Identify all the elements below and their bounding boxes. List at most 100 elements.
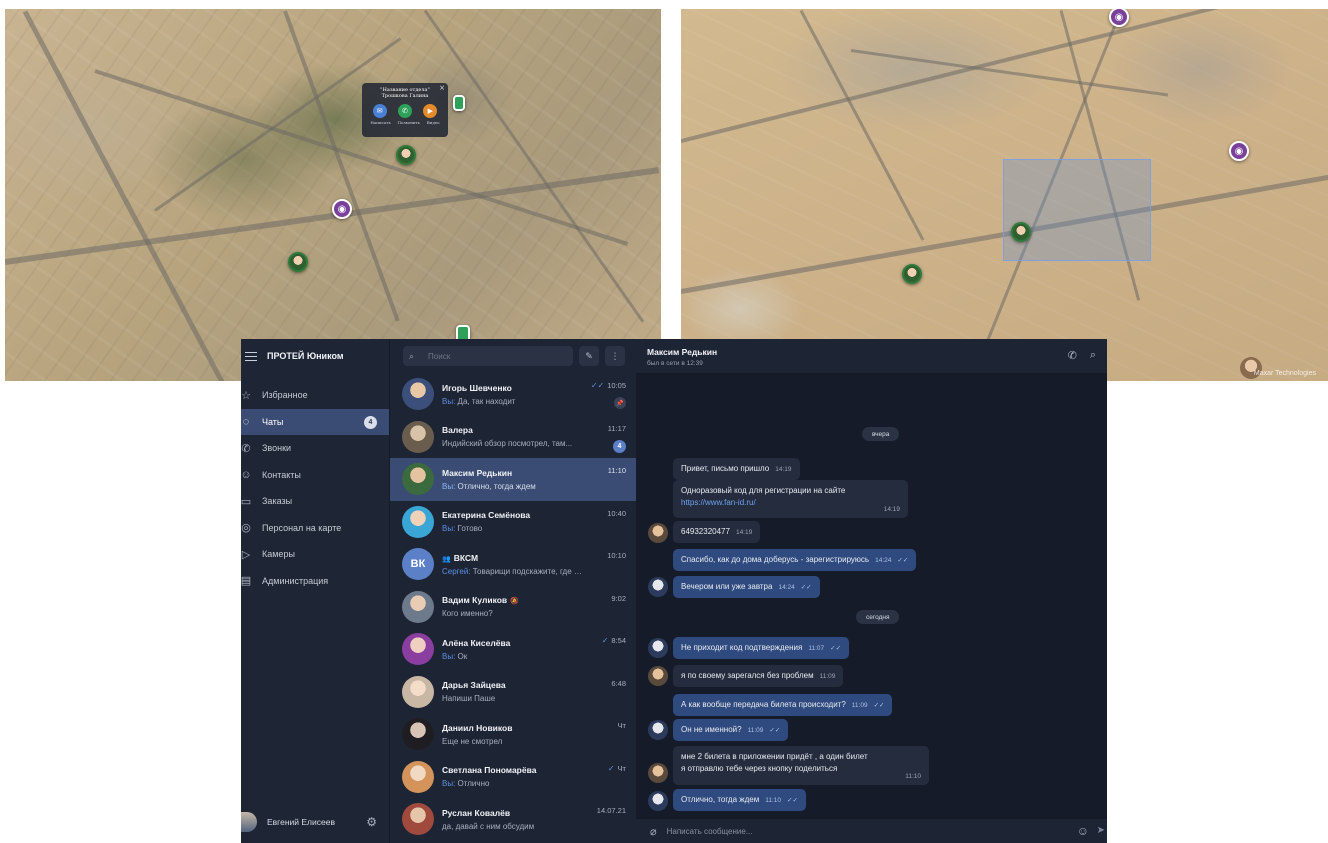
map-pin-icon: ◎ [241,522,251,535]
camera-marker-icon[interactable]: ◉ [332,199,352,219]
chat-preview-text: Индийский обзор посмотрел, там... [442,439,573,449]
chat-name-text: Игорь Шевченко [442,382,512,393]
unread-count-badge: 4 [364,415,377,429]
read-receipt-icon: ✓✓ [873,702,885,709]
menu-icon[interactable] [245,351,257,361]
popup-video-button[interactable]: ▶ [423,104,438,118]
chat-list-item[interactable]: ВК 👥 ВКСМ Сергей: Товарищи подскажите, где … [390,543,636,586]
message-time: 11:09 [851,702,868,709]
camera-marker-icon[interactable]: ◉ [1229,141,1249,161]
nav-item-7[interactable]: ▷ Камеры [241,541,389,568]
avatar [402,633,434,666]
person-marker-icon[interactable] [396,145,416,165]
person-marker-icon[interactable] [902,264,922,284]
chat-list-item[interactable]: Даниил Новиков Еще не смотрел Чт [390,713,636,756]
chat-list-item[interactable]: Екатерина Семёнова Вы: Готово 10:40 [390,501,636,544]
message-bubble: Спасибо, как до дома доберусь - зарегист… [673,549,917,571]
message-time: 11:10 [765,797,782,804]
message-bubble: Вечером или уже завтра 14:24 ✓✓ [673,576,820,598]
camera-marker-icon[interactable]: ◉ [1109,9,1129,27]
message-time: 14:19 [735,529,753,536]
nav-item-6[interactable]: ◎ Персонал на карте [241,515,389,542]
chat-name-text: Валера [442,425,473,436]
satellite-map-right[interactable]: ◉ ◉ Maxar Technologies [681,9,1328,381]
chat-list-item[interactable]: Светлана Пономарёва Вы: Отлично ✓ Чт [390,756,636,799]
nav-item-8[interactable]: ▤ Администрация [241,568,389,595]
chat-time: 10:40 [607,509,626,518]
nav-item-5[interactable]: ▭ Заказы [241,488,389,515]
popup-subtitle: Трошкова Галина [381,93,429,99]
compose-button[interactable]: ✎ [579,346,599,366]
nav-item-label: Звонки [262,443,292,454]
popup-message-button[interactable]: ✉ [372,104,387,118]
chat-name-text: Руслан Ковалёв [442,807,511,818]
message-text: 64932320477 [681,527,730,536]
nav-item-2[interactable]: ◌ Чаты 4 [241,408,389,435]
search-icon: ⌕ [1089,349,1096,361]
message-input[interactable] [666,826,1047,836]
chat-list-item[interactable]: Алёна Киселёва Вы: Ок ✓ 8:54 [390,628,636,671]
avatar [648,666,668,686]
sender-prefix: Вы: [442,481,456,491]
avatar [648,638,668,658]
avatar [402,420,434,453]
chat-name-text: Екатерина Семёнова [442,510,531,521]
chat-icon: ◌ [242,415,250,428]
orders-icon: ▭ [241,495,252,508]
gear-icon[interactable]: ⚙ [366,815,377,829]
read-receipt-icon: ✓✓ [800,584,812,591]
message-bubble: Отлично, тогда ждем 11:10 ✓✓ [673,789,806,811]
avatar [402,505,434,538]
chat-preview: Еще не смотрел [442,737,582,746]
avatar [241,812,257,832]
search-input[interactable] [428,351,549,361]
person-marker-icon[interactable] [1011,222,1031,242]
nav-item-3[interactable]: ✆ Звонки [241,435,389,462]
chat-preview: Вы: Отлично, тогда ждем [442,482,582,491]
chat-list-item[interactable]: Максим Редькин Вы: Отлично, тогда ждем 11:… [390,458,636,501]
chat-list-item[interactable]: Валера Индийский обзор посмотрел, там... 1… [390,416,636,459]
call-button[interactable]: ✆ [1068,349,1077,362]
read-receipt-icon: ✓✓ [830,645,842,652]
nav-item-label: Контакты [262,469,301,480]
emoji-icon[interactable]: ☺ [1077,824,1089,838]
nav-item-1[interactable]: ☆ Избранное [241,382,389,409]
chat-preview-text: да, давай с ним обсудим [442,821,535,831]
device-marker-icon[interactable] [453,95,465,111]
chat-list-item[interactable]: Дарья Зайцева Напиши Паше 6:48 [390,671,636,714]
search-box[interactable]: ⌕ [403,346,573,366]
nav-item-label: Избранное [262,390,308,401]
read-receipt-icon: ✓ [601,636,609,645]
message-time: 11:09 [819,673,836,680]
more-button[interactable]: ⋮ [605,346,625,366]
send-icon[interactable]: ➤ [1097,825,1105,836]
avatar [648,523,668,543]
message-text: Отлично, тогда ждем [681,795,760,804]
nav-item-4[interactable]: ☺ Контакты [241,462,389,489]
avatar [402,590,434,623]
popup-call-button[interactable]: ✆ [397,104,412,118]
contacts-icon: ☺ [241,468,252,481]
message-link[interactable]: https://www.fan-id.ru/ [681,498,756,507]
paperclip-icon[interactable]: ⌀ [650,825,657,838]
message-text: я по своему зарегался без проблем [681,671,814,680]
read-receipt-icon: ✓✓ [787,797,798,804]
nav-item-label: Камеры [262,549,295,560]
chat-time: 11:17 [608,424,626,433]
sender-prefix: Вы: [442,396,456,406]
messenger-window: ПРОТЕЙ Юником ☆ Избранное ◌ Чаты 4 ✆ Звонки ☺ Ко… [241,339,1107,843]
chat-preview: Вы: Да, так находит [442,397,582,406]
chat-preview: Напиши Паше [442,694,582,703]
message-time: 11:07 [808,645,825,652]
map-selection-area[interactable] [1003,159,1151,261]
chat-list-item[interactable]: Игорь Шевченко Вы: Да, так находит ✓✓ 10:05… [390,373,636,416]
satellite-map-left[interactable]: × "Название отдела" Трошкова Галина ✉ ✆ … [5,9,661,381]
popup-close-icon[interactable]: × [439,84,445,92]
chat-list-item[interactable]: Руслан Ковалёв да, давай с ним обсудим 14.… [390,798,636,841]
search-messages-button[interactable]: ⌕ [1090,349,1096,362]
person-marker-icon[interactable] [288,252,308,272]
avatar [402,803,434,836]
chat-name-text: Даниил Новиков [442,722,513,733]
chat-list-item[interactable]: Вадим Куликов 🔕 Кого именно? 9:02 [390,586,636,629]
current-user[interactable]: Евгений Елисеев ⚙ [241,810,389,834]
